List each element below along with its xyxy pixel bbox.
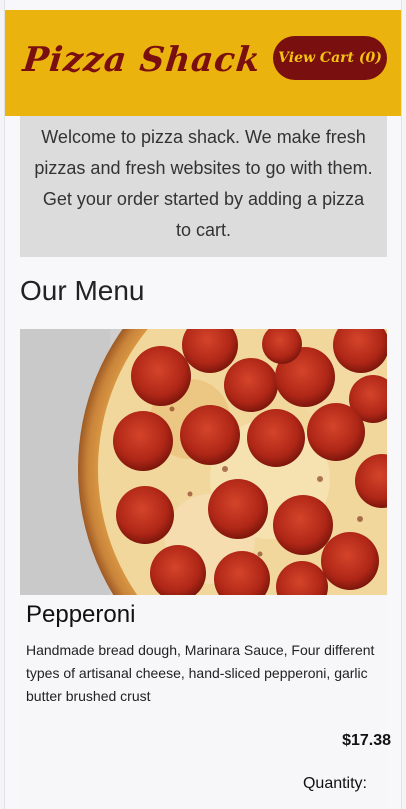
site-header: Pizza Shack View Cart (0): [5, 10, 401, 116]
menu-title: Our Menu: [20, 275, 145, 306]
menu-item-card: Pepperoni Handmade bread dough, Marinara…: [20, 329, 391, 809]
page: Pizza Shack View Cart (0) Welcome to piz…: [4, 0, 402, 809]
welcome-banner: Welcome to pizza shack. We make fresh pi…: [20, 116, 387, 257]
item-price: $17.38: [342, 732, 391, 749]
view-cart-button[interactable]: View Cart (0): [273, 36, 387, 80]
pizza-image: [20, 329, 387, 595]
item-description: Handmade bread dough, Marinara Sauce, Fo…: [26, 642, 375, 704]
item-name: Pepperoni: [26, 601, 136, 628]
brand-logo[interactable]: Pizza Shack: [21, 40, 263, 80]
welcome-text: Welcome to pizza shack. We make fresh pi…: [34, 127, 373, 240]
quantity-label: Quantity:: [302, 775, 367, 792]
